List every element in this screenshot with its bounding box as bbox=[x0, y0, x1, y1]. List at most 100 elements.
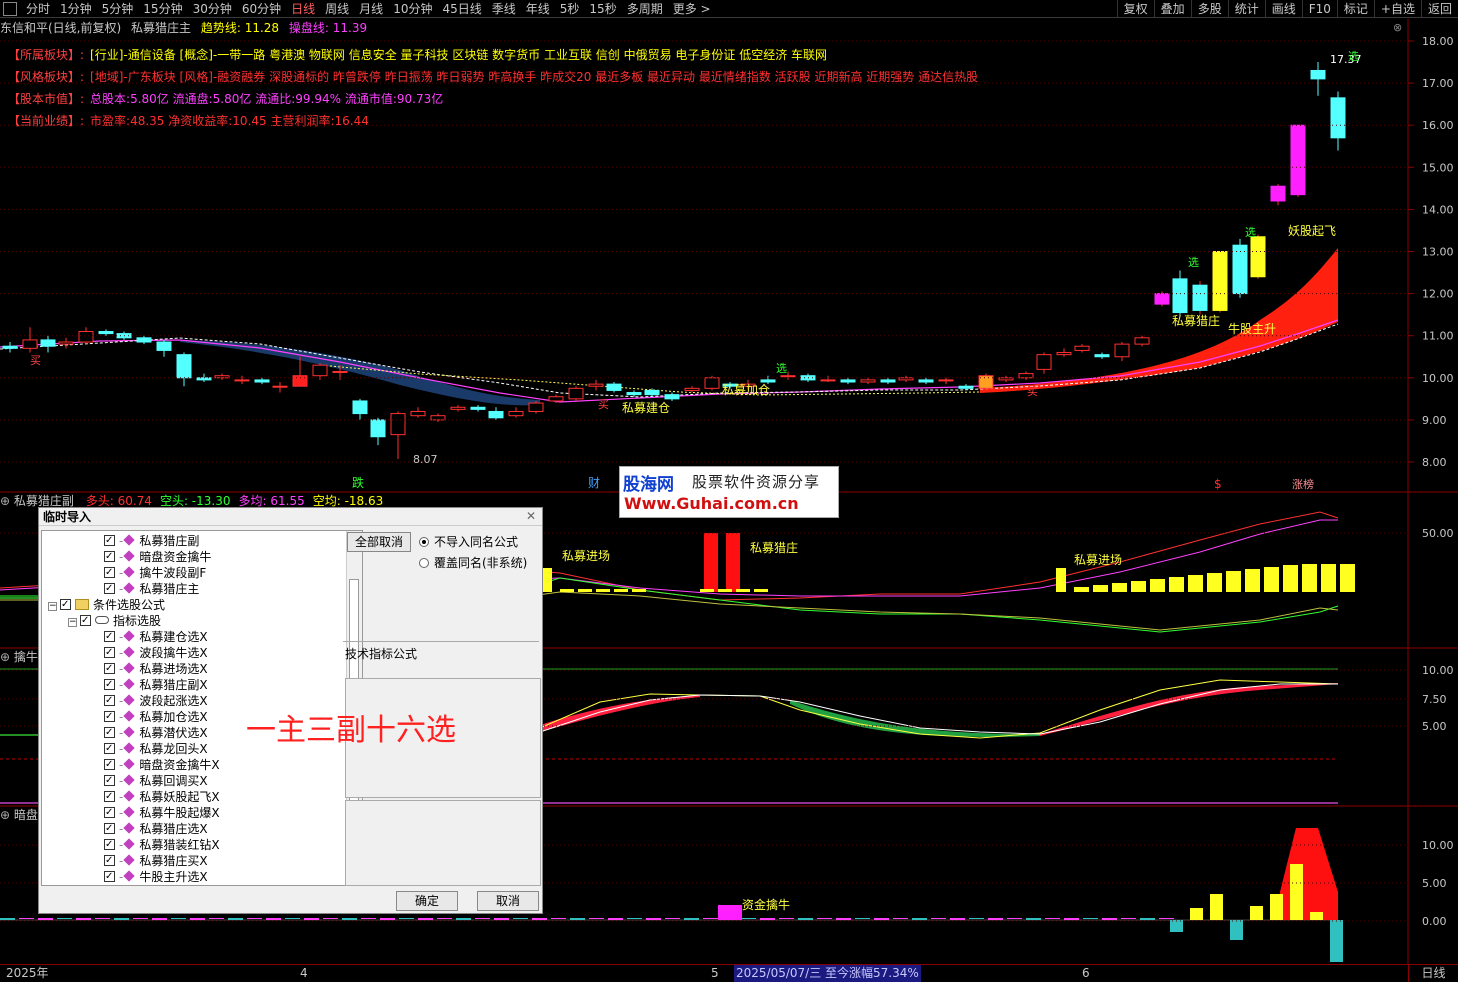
candle-body bbox=[1114, 343, 1130, 358]
panel1-name[interactable]: 私募猎庄副 bbox=[14, 494, 74, 508]
panel3-small-bar bbox=[1026, 918, 1041, 920]
chart-label: 妖股起飞 bbox=[1288, 224, 1336, 238]
candle-body bbox=[1310, 69, 1326, 80]
tree-node[interactable]: -私募猎庄买X bbox=[104, 853, 208, 869]
panel3-name[interactable]: 暗盘 bbox=[14, 808, 38, 822]
candle-body bbox=[528, 402, 544, 412]
tree-node[interactable]: -私募潜伏选X bbox=[104, 725, 208, 741]
checkbox[interactable] bbox=[104, 677, 115, 693]
tree-node[interactable]: -暗盘资金擒牛X bbox=[104, 757, 220, 773]
checkbox[interactable] bbox=[104, 709, 115, 725]
panel3-small-bar bbox=[342, 918, 357, 920]
tree-node[interactable]: − 条件选股公式 bbox=[48, 597, 165, 613]
candle-body bbox=[292, 375, 308, 387]
ok-button[interactable]: 确定 bbox=[396, 891, 458, 911]
tree-node[interactable]: -私募猎庄选X bbox=[104, 821, 208, 837]
cancel-all-button[interactable]: 全部取消 bbox=[347, 532, 411, 552]
panel3-small-bar bbox=[551, 918, 566, 919]
candle-body bbox=[1154, 293, 1170, 305]
tree-node[interactable]: -私募建仓选X bbox=[104, 629, 208, 645]
tree-node[interactable]: -波段起涨选X bbox=[104, 693, 208, 709]
panel3-small-bar bbox=[684, 918, 699, 920]
formula-icon bbox=[123, 726, 136, 738]
tree-node[interactable]: -私募猎庄副 bbox=[104, 533, 199, 549]
panel1-tick-bar bbox=[736, 589, 750, 592]
checkbox[interactable] bbox=[104, 725, 115, 741]
panel3-small-bar bbox=[418, 918, 433, 920]
candle-body bbox=[1330, 97, 1346, 139]
checkbox[interactable] bbox=[104, 869, 115, 885]
checkbox[interactable] bbox=[104, 853, 115, 869]
candle-body bbox=[470, 406, 486, 410]
tree-node[interactable]: -私募进场选X bbox=[104, 661, 208, 677]
checkbox[interactable] bbox=[104, 821, 115, 837]
tree-node[interactable]: -私募回调买X bbox=[104, 773, 208, 789]
checkbox[interactable] bbox=[104, 757, 115, 773]
panel1-signal-bar bbox=[1056, 568, 1066, 592]
tree-node[interactable]: -私募猎装红钻X bbox=[104, 837, 220, 853]
panel1-level-bar bbox=[1074, 587, 1089, 592]
checkbox[interactable] bbox=[104, 661, 115, 677]
formula-icon bbox=[123, 822, 136, 834]
tree-node[interactable]: -波段擒牛选X bbox=[104, 645, 208, 661]
tree-node[interactable]: -私募牛股起爆X bbox=[104, 805, 220, 821]
preview-box[interactable] bbox=[345, 800, 541, 886]
price-axis-label: 11.00 bbox=[1422, 330, 1454, 343]
panel3-small-bar bbox=[361, 918, 376, 919]
checkbox[interactable] bbox=[104, 581, 115, 597]
panel1-level-bar bbox=[1093, 585, 1108, 592]
panel1-tick-bar bbox=[596, 589, 610, 592]
checkbox[interactable] bbox=[60, 597, 71, 613]
panel3-small-bar bbox=[589, 918, 604, 919]
radio-skip-same[interactable]: 不导入同名公式 bbox=[419, 535, 518, 549]
expand-icon[interactable]: − bbox=[68, 618, 77, 627]
overlay-caption: 一主三副十六选 bbox=[246, 713, 456, 748]
candle-body bbox=[568, 387, 584, 400]
checkbox[interactable] bbox=[104, 805, 115, 821]
cancel-button[interactable]: 取消 bbox=[477, 891, 539, 911]
expand-icon[interactable]: − bbox=[48, 602, 57, 611]
panel3-bar bbox=[1250, 906, 1263, 920]
panel1-signal-bar bbox=[542, 568, 552, 592]
tree-node-label: 私募猎庄选X bbox=[139, 822, 208, 836]
checkbox[interactable] bbox=[104, 789, 115, 805]
formula-icon bbox=[123, 582, 136, 594]
candle-body bbox=[98, 330, 114, 335]
tree-node[interactable]: -牛股主升选X bbox=[104, 869, 208, 885]
date-label: 4 bbox=[300, 966, 308, 980]
tree-node[interactable]: -私募猎庄主 bbox=[104, 581, 199, 597]
tree-node[interactable]: -私募加仓选X bbox=[104, 709, 208, 725]
radio-overwrite[interactable]: 覆盖同名(非系统) bbox=[419, 556, 527, 570]
chart-label: 选 bbox=[1245, 226, 1256, 239]
price-axis-label: 9.00 bbox=[1422, 414, 1447, 427]
panel3-small-bar bbox=[608, 918, 623, 920]
checkbox[interactable] bbox=[104, 773, 115, 789]
folder-icon bbox=[75, 599, 89, 610]
day-period-button[interactable]: 日线 bbox=[1408, 964, 1458, 982]
checkbox[interactable] bbox=[104, 837, 115, 853]
tree-node[interactable]: -擒牛波段副F bbox=[104, 565, 206, 581]
checkbox[interactable] bbox=[104, 565, 115, 581]
tree-node[interactable]: − 指标选股 bbox=[68, 613, 161, 629]
tree-node[interactable]: -私募龙回头X bbox=[104, 741, 208, 757]
checkbox[interactable] bbox=[80, 613, 91, 629]
checkbox[interactable] bbox=[104, 741, 115, 757]
checkbox[interactable] bbox=[104, 549, 115, 565]
panel3-small-bar bbox=[532, 918, 547, 920]
price-axis-label: 14.00 bbox=[1422, 203, 1454, 216]
dialog-close-icon[interactable]: ✕ bbox=[524, 509, 538, 523]
checkbox[interactable] bbox=[104, 645, 115, 661]
tree-node-label: 私募回调买X bbox=[139, 774, 208, 788]
checkbox[interactable] bbox=[104, 629, 115, 645]
checkbox[interactable] bbox=[104, 533, 115, 549]
group-label: 技术指标公式 bbox=[345, 647, 418, 661]
dialog-title: 临时导入 bbox=[39, 508, 542, 526]
panel2-name[interactable]: 擒牛 bbox=[14, 650, 38, 664]
tree-node[interactable]: -暗盘资金擒牛 bbox=[104, 549, 211, 565]
checkbox[interactable] bbox=[104, 693, 115, 709]
panel3-small-bar bbox=[779, 918, 794, 919]
tree-node[interactable]: -私募妖股起飞X bbox=[104, 789, 220, 805]
candle-body bbox=[214, 375, 230, 379]
tree-node[interactable]: -私募猎庄副X bbox=[104, 677, 208, 693]
divider bbox=[343, 641, 539, 642]
